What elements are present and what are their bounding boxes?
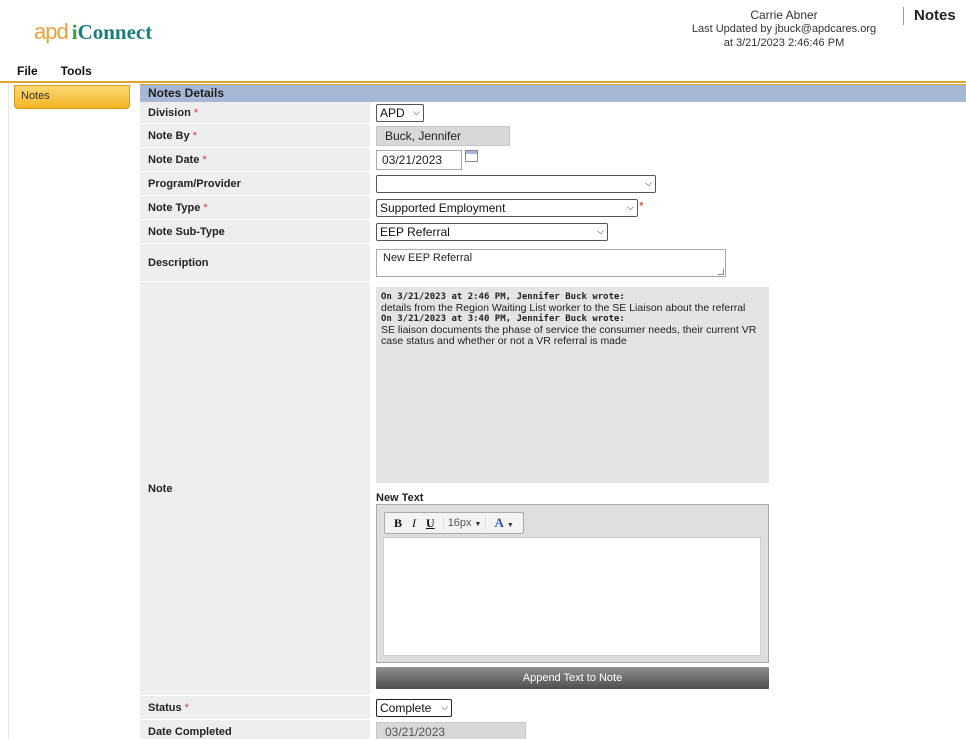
font-size-dropdown[interactable]: 16px ▼	[442, 517, 487, 529]
sidebar-item-notes[interactable]: Notes	[14, 85, 130, 109]
required-marker: *	[202, 153, 207, 166]
caret-down-icon: ▼	[506, 521, 514, 529]
underline-button[interactable]: U	[421, 516, 440, 531]
row-note-type: Note Type * Supported Employment ⌵ *	[140, 196, 966, 220]
chevron-down-icon: ⌵	[597, 226, 604, 236]
new-text-label: New Text	[376, 492, 424, 504]
required-marker: *	[203, 201, 208, 214]
status-select[interactable]: Complete ⌵	[376, 698, 452, 717]
append-text-button[interactable]: Append Text to Note	[376, 667, 769, 689]
sidebar: Notes	[14, 85, 130, 109]
user-name: Carrie Abner	[750, 8, 818, 22]
new-text-editor-area[interactable]	[383, 537, 761, 656]
description-label: Description	[140, 244, 370, 281]
row-description: Description New EEP Referral	[140, 244, 966, 282]
note-by-label: Note By *	[140, 124, 370, 147]
last-updated-at: at 3/21/2023 2:46:46 PM	[723, 37, 845, 49]
notes-form: Notes Details Division * APD ⌵ Note By * Bu…	[140, 84, 966, 739]
status-label: Status *	[140, 696, 370, 719]
row-division: Division * APD ⌵	[140, 102, 966, 124]
bold-button[interactable]: B	[389, 516, 407, 531]
section-title: Notes Details	[140, 84, 966, 102]
menu-bar: File Tools	[0, 61, 966, 83]
row-note-sub-type: Note Sub-Type EEP Referral ⌵	[140, 220, 966, 244]
date-completed-label: Date Completed	[140, 720, 370, 739]
required-marker: *	[192, 129, 197, 142]
editor-toolbar: B I U 16px ▼ A ▼	[384, 512, 524, 534]
description-textarea[interactable]: New EEP Referral	[376, 248, 726, 277]
row-note-by: Note By * Buck, Jennifer	[140, 124, 966, 148]
font-color-button[interactable]: A ▼	[489, 515, 518, 531]
rich-text-editor: B I U 16px ▼ A ▼	[376, 504, 769, 663]
note-sub-type-label: Note Sub-Type	[140, 220, 370, 243]
note-entry-text: details from the Region Waiting List wor…	[381, 302, 746, 314]
user-info: Carrie Abner Last Updated by jbuck@apdca…	[676, 8, 892, 50]
sidebar-divider	[8, 83, 9, 739]
chevron-down-icon: ⌵	[441, 702, 448, 712]
required-marker: *	[639, 199, 644, 213]
note-sub-type-select[interactable]: EEP Referral ⌵	[376, 222, 608, 241]
app-logo: apd i Connect	[34, 19, 152, 45]
row-program-provider: Program/Provider ⌵	[140, 172, 966, 196]
note-label: Note	[140, 282, 370, 695]
date-completed-field: 03/21/2023	[376, 721, 526, 739]
program-provider-select[interactable]: ⌵	[376, 174, 656, 193]
note-type-label: Note Type *	[140, 196, 370, 219]
note-type-select[interactable]: Supported Employment ⌵	[376, 198, 638, 217]
menu-file[interactable]: File	[17, 61, 38, 81]
resize-grip[interactable]	[718, 268, 724, 275]
row-note: Note On 3/21/2023 at 2:46 PM, Jennifer B…	[140, 282, 966, 696]
caret-down-icon: ▼	[474, 521, 482, 528]
chevron-down-icon: ⌵	[645, 178, 652, 188]
note-by-field: Buck, Jennifer	[376, 125, 510, 146]
note-date-input[interactable]: 03/21/2023	[376, 149, 462, 170]
chevron-down-icon: ⌵	[627, 202, 634, 212]
logo-apd: apd	[34, 19, 69, 44]
page-title: Notes	[903, 7, 956, 25]
division-label: Division *	[140, 102, 370, 123]
calendar-icon[interactable]	[465, 149, 478, 162]
note-date-label: Note Date *	[140, 148, 370, 171]
division-select[interactable]: APD ⌵	[376, 103, 424, 122]
menu-tools[interactable]: Tools	[61, 61, 92, 81]
chevron-down-icon: ⌵	[413, 107, 420, 117]
note-entry-text: SE liaison documents the phase of servic…	[381, 324, 757, 347]
row-date-completed: Date Completed 03/21/2023	[140, 720, 966, 739]
note-history: On 3/21/2023 at 2:46 PM, Jennifer Buck w…	[376, 287, 769, 483]
logo-connect: Connect	[77, 19, 153, 44]
program-provider-label: Program/Provider	[140, 172, 370, 195]
required-marker: *	[184, 701, 189, 714]
italic-button[interactable]: I	[407, 516, 421, 531]
required-marker: *	[193, 106, 199, 119]
row-status: Status * Complete ⌵	[140, 696, 966, 720]
last-updated-by: Last Updated by jbuck@apdcares.org	[691, 23, 877, 35]
row-note-date: Note Date * 03/21/2023	[140, 148, 966, 172]
